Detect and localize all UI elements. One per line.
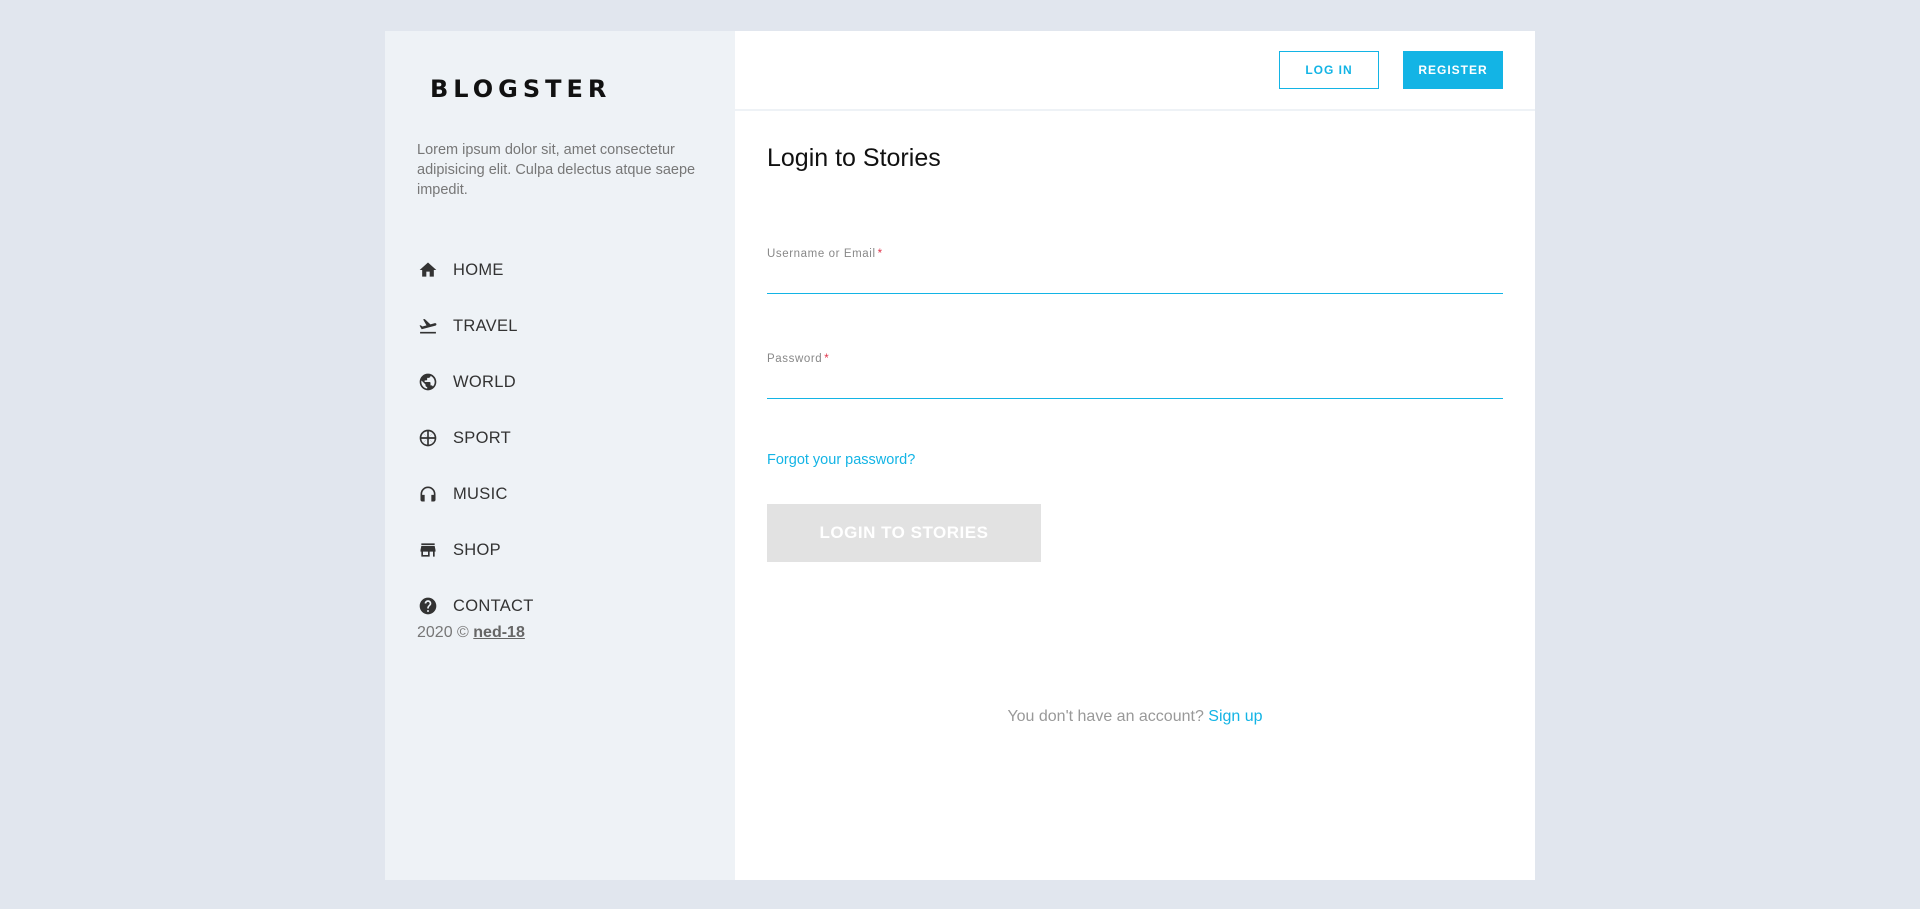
username-field: Username or Email *	[767, 244, 1503, 294]
sidebar-item-sport[interactable]: SPORT	[417, 410, 697, 466]
sidebar-item-music[interactable]: MUSIC	[417, 466, 697, 522]
sidebar-item-label: MUSIC	[453, 485, 508, 503]
main-panel: LOG IN REGISTER Login to Stories Usernam…	[735, 31, 1535, 880]
headphones-icon	[417, 483, 439, 505]
username-label-text: Username or Email	[767, 248, 876, 260]
sidebar-item-world[interactable]: WORLD	[417, 354, 697, 410]
signup-link[interactable]: Sign up	[1208, 708, 1262, 725]
forgot-password-link[interactable]: Forgot your password?	[767, 452, 915, 468]
login-submit-button[interactable]: LOGIN TO STORIES	[767, 504, 1041, 562]
brand-logo[interactable]: BLOGSTER	[430, 75, 611, 103]
sidebar-nav: HOME TRAVEL WORLD SPORT MUSIC SHOP CONTA…	[417, 242, 697, 634]
username-label: Username or Email *	[767, 248, 883, 260]
signup-prompt-text: You don't have an account?	[1007, 708, 1204, 725]
help-icon	[417, 595, 439, 617]
login-button[interactable]: LOG IN	[1279, 51, 1379, 89]
password-input[interactable]	[767, 369, 1503, 399]
sidebar-item-label: TRAVEL	[453, 317, 518, 335]
ball-icon	[417, 427, 439, 449]
sidebar-intro: Lorem ipsum dolor sit, amet consectetur …	[417, 142, 696, 198]
home-icon	[417, 259, 439, 281]
sidebar: BLOGSTER Lorem ipsum dolor sit, amet con…	[385, 31, 735, 880]
password-label-text: Password	[767, 353, 823, 365]
copyright-link[interactable]: ned-18	[473, 624, 525, 641]
sidebar-item-home[interactable]: HOME	[417, 242, 697, 298]
signup-prompt: You don't have an account? Sign up	[767, 708, 1503, 726]
store-icon	[417, 539, 439, 561]
sidebar-item-label: CONTACT	[453, 597, 534, 615]
login-form: Login to Stories Username or Email * Pass…	[767, 144, 1503, 725]
required-mark: *	[824, 353, 830, 365]
copyright: 2020 © ned-18	[417, 624, 525, 642]
username-input[interactable]	[767, 264, 1503, 294]
app-frame: BLOGSTER Lorem ipsum dolor sit, amet con…	[385, 31, 1535, 880]
globe-icon	[417, 371, 439, 393]
sidebar-item-travel[interactable]: TRAVEL	[417, 298, 697, 354]
password-label: Password *	[767, 353, 829, 365]
airplane-icon	[417, 315, 439, 337]
sidebar-item-label: HOME	[453, 261, 504, 279]
register-button[interactable]: REGISTER	[1403, 51, 1503, 89]
sidebar-item-label: SPORT	[453, 429, 512, 447]
required-mark: *	[877, 248, 883, 260]
sidebar-item-label: SHOP	[453, 541, 501, 559]
top-bar: LOG IN REGISTER	[735, 31, 1535, 111]
page-title: Login to Stories	[767, 144, 941, 172]
password-field: Password *	[767, 349, 1503, 399]
copyright-text: 2020 ©	[417, 624, 469, 641]
sidebar-item-shop[interactable]: SHOP	[417, 522, 697, 578]
sidebar-item-label: WORLD	[453, 373, 516, 391]
